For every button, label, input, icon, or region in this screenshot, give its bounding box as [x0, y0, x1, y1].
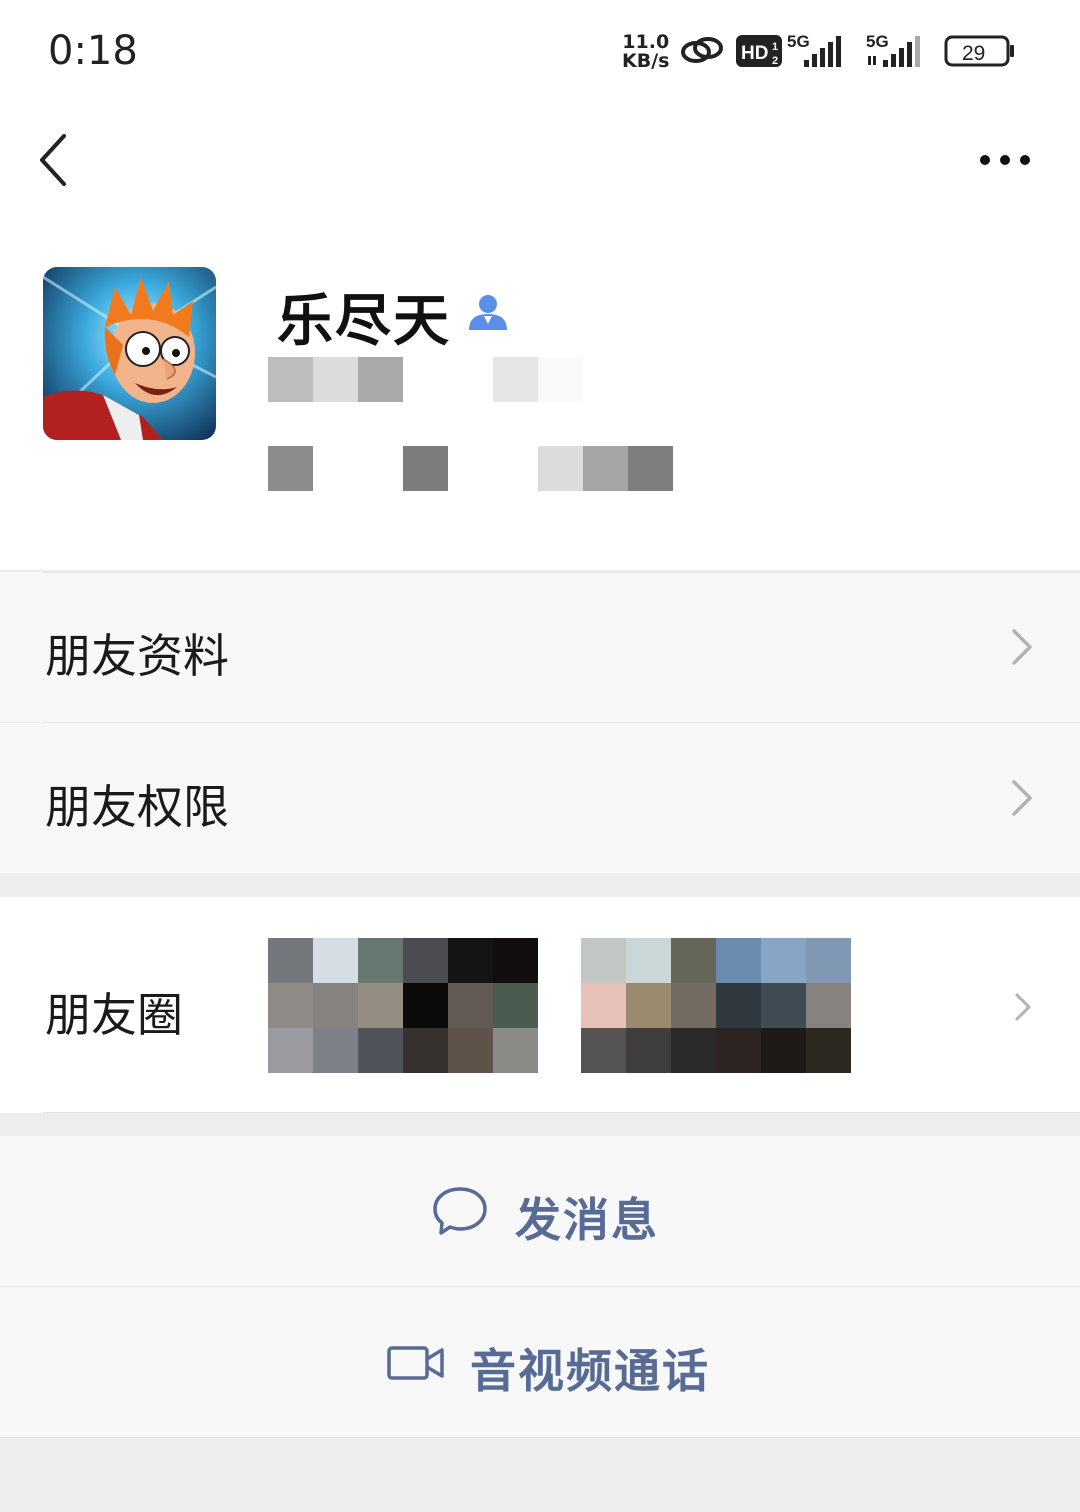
censored-region: [268, 446, 673, 491]
friend-info-label: 朋友资料: [45, 629, 229, 683]
svg-text:1: 1: [772, 41, 778, 53]
network-speed-unit: KB/s: [622, 50, 670, 72]
signal-1-label: 5G: [787, 32, 810, 51]
contact-badge-icon: [469, 295, 507, 330]
avatar[interactable]: [43, 267, 216, 440]
friend-info-row[interactable]: 朋友资料: [0, 572, 1080, 722]
av-call-button[interactable]: 音视频通话: [0, 1287, 1080, 1437]
battery-icon: 29: [944, 35, 1014, 67]
more-dot-icon: [1020, 155, 1030, 165]
chevron-right-icon: [1015, 993, 1031, 1021]
moments-row[interactable]: 朋友圈: [0, 897, 1080, 1113]
video-camera-icon: [387, 1346, 444, 1380]
back-arrow-icon: [40, 134, 66, 186]
more-options-button[interactable]: [970, 140, 1040, 180]
send-message-label: 发消息: [515, 1193, 659, 1247]
moments-thumbnail: [268, 938, 538, 1073]
more-dot-icon: [980, 155, 990, 165]
contact-profile-page: 0:18 11.0 KB/s HD 1 2 5G 5G 29 乐尽天 朋友资料 …: [0, 0, 1080, 1512]
chevron-right-icon: [1012, 629, 1032, 665]
signal-2-label: 5G: [866, 32, 889, 51]
status-time: 0:18: [48, 28, 138, 74]
profile-header: 乐尽天: [0, 100, 1080, 570]
chevron-right-icon: [1012, 780, 1032, 816]
signal-2-icon: 5G: [866, 32, 920, 67]
hd-label: HD: [741, 43, 768, 64]
more-dot-icon: [1000, 155, 1010, 165]
hd-badge-icon: HD 1 2: [736, 35, 782, 67]
status-icons: HD 1 2 5G 5G 29: [681, 32, 1014, 67]
status-bar: 0:18 11.0 KB/s HD 1 2 5G 5G 29: [0, 0, 1080, 100]
contact-nickname: 乐尽天: [277, 289, 451, 354]
av-call-label: 音视频通话: [470, 1344, 710, 1398]
chat-bubble-icon: [433, 1187, 487, 1235]
moments-label: 朋友圈: [45, 988, 183, 1042]
censored-wechat-id: [268, 357, 583, 402]
friend-permissions-row[interactable]: 朋友权限: [0, 723, 1080, 873]
divider: [0, 1437, 1080, 1438]
signal-1-icon: 5G: [787, 32, 841, 67]
battery-level: 29: [962, 42, 985, 65]
divider: [43, 1112, 1080, 1113]
network-speed: 11.0 KB/s: [622, 33, 669, 71]
send-message-button[interactable]: 发消息: [0, 1136, 1080, 1286]
moments-thumbnail: [581, 938, 851, 1073]
friend-permissions-label: 朋友权限: [45, 780, 229, 834]
link-icon: [681, 37, 723, 63]
back-button[interactable]: [30, 132, 80, 188]
divider: [43, 572, 1080, 573]
svg-text:2: 2: [772, 55, 778, 67]
